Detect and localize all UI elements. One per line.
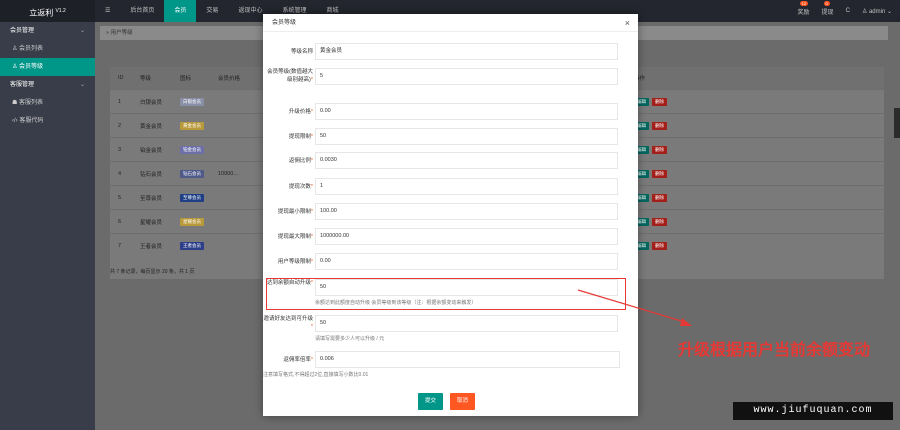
annotation-text: 升级根据用户当前余额变动	[678, 340, 871, 359]
watermark: www.jiufuquan.com	[733, 402, 893, 420]
annotation-arrow	[577, 289, 692, 326]
